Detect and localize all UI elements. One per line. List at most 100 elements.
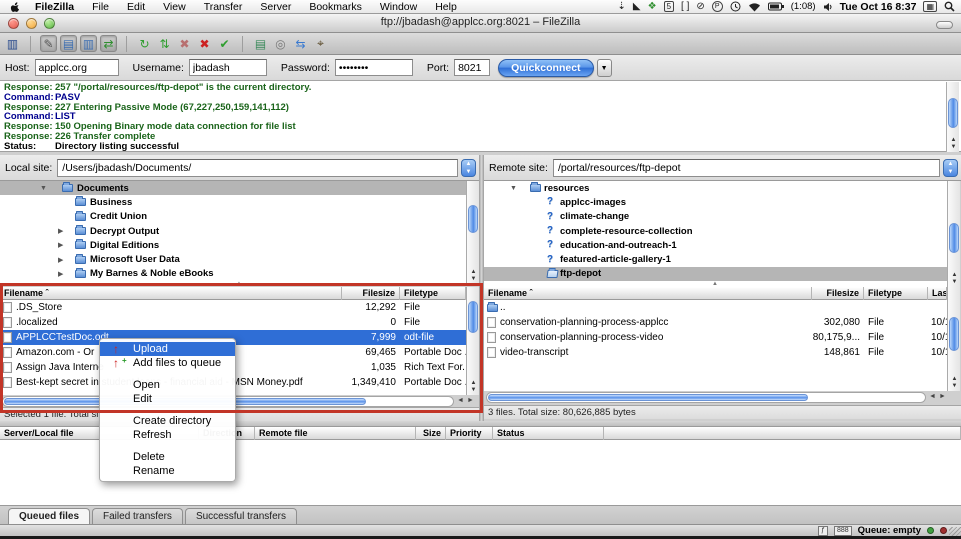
column-header-filesize[interactable]: Filesize — [342, 287, 400, 300]
column-header-filesize[interactable]: Filesize — [812, 287, 864, 300]
disclosure-open-icon[interactable]: ▼ — [510, 185, 517, 192]
port-input[interactable] — [454, 59, 490, 76]
menu-view[interactable]: View — [154, 0, 195, 14]
toggle-log-icon[interactable]: ✎ — [40, 35, 57, 52]
disclosure-closed-icon[interactable]: ▶ — [58, 241, 63, 249]
remote-file-list-scrollbar[interactable]: ▲▼ — [947, 287, 960, 391]
context-menu-item-create-directory[interactable]: Create directory — [100, 414, 235, 428]
local-file-list-scrollbar[interactable]: ▲▼ — [466, 287, 479, 395]
p-badge-icon[interactable]: P — [712, 1, 723, 12]
column-header-filetype[interactable]: Filetype — [864, 287, 928, 300]
tab-successful-transfers[interactable]: Successful transfers — [185, 508, 297, 524]
menu-bookmarks[interactable]: Bookmarks — [300, 0, 371, 14]
brackets-icon[interactable]: [ ] — [681, 0, 689, 14]
tree-item-ftp-depot[interactable]: ftp-depot — [484, 267, 947, 281]
menu-window[interactable]: Window — [371, 0, 426, 14]
splitter-nub[interactable]: ▲ — [236, 281, 242, 287]
log-scrollbar[interactable]: ▲▼ — [946, 82, 959, 152]
queue-column-priority[interactable]: Priority — [446, 427, 493, 440]
scroll-right-arrow[interactable]: ► — [467, 397, 474, 404]
queue-size-icon[interactable]: 888 — [834, 526, 852, 536]
menu-server[interactable]: Server — [251, 0, 300, 14]
toggle-local-tree-icon[interactable]: ▤ — [60, 35, 77, 52]
tree-item-featured-article-gallery-1[interactable]: ?featured-article-gallery-1 — [484, 253, 947, 267]
menu-file[interactable]: File — [83, 0, 118, 14]
download-icon[interactable]: ⇣ — [618, 0, 626, 14]
speed-limit-icon[interactable]: ƒ — [818, 526, 828, 536]
context-menu-item-upload[interactable]: ↑Upload — [100, 342, 235, 356]
context-menu-item-refresh[interactable]: Refresh — [100, 428, 235, 442]
tab-failed-transfers[interactable]: Failed transfers — [92, 508, 183, 524]
spotlight-icon[interactable] — [944, 1, 955, 12]
process-queue-icon[interactable]: ⇅ — [156, 35, 173, 52]
file-row--[interactable]: .. — [484, 300, 947, 315]
toggle-remote-tree-icon[interactable]: ▥ — [80, 35, 97, 52]
remote-horizontal-scrollbar[interactable] — [486, 392, 926, 403]
host-input[interactable] — [35, 59, 119, 76]
cancel-transfer-icon[interactable]: ✖ — [176, 35, 193, 52]
compare-icon[interactable]: ◎ — [272, 35, 289, 52]
file-row--ds-store[interactable]: .DS_Store12,292File — [0, 300, 466, 315]
splitter-nub[interactable]: ▲ — [712, 281, 718, 287]
local-path-combo[interactable]: /Users/jbadash/Documents/ — [57, 159, 458, 177]
menu-help[interactable]: Help — [426, 0, 466, 14]
tree-item-education-and-outreach-1[interactable]: ?education-and-outreach-1 — [484, 238, 947, 252]
disclosure-closed-icon[interactable]: ▶ — [58, 256, 63, 264]
tree-item-resources[interactable]: ▼resources — [484, 181, 947, 195]
file-row--localized[interactable]: .localized0File — [0, 315, 466, 330]
menu-bar-clock[interactable]: Tue Oct 16 8:37 — [840, 1, 917, 13]
queue-column-spare[interactable] — [604, 427, 961, 440]
queue-column-size[interactable]: Size — [416, 427, 446, 440]
disconnect-icon[interactable]: ✖ — [196, 35, 213, 52]
column-header-filename[interactable]: Filename ˆ — [484, 287, 812, 300]
apple-menu-icon[interactable] — [0, 1, 26, 13]
local-tree-scrollbar[interactable]: ▲▼ — [466, 181, 479, 284]
wifi-icon[interactable] — [748, 2, 761, 12]
file-row-conservation-planning-process-video[interactable]: conservation-planning-process-video80,17… — [484, 330, 947, 345]
tree-item-my-barnes-noble-ebooks[interactable]: ▶My Barnes & Noble eBooks — [0, 267, 466, 281]
tree-item-complete-resource-collection[interactable]: ?complete-resource-collection — [484, 224, 947, 238]
menu-filezilla[interactable]: FileZilla — [26, 0, 83, 14]
column-header-filetype[interactable]: Filetype — [400, 287, 466, 300]
reconnect-icon[interactable]: ✔ — [216, 35, 233, 52]
tree-item-business[interactable]: Business — [0, 195, 466, 209]
scroll-left-arrow[interactable]: ◄ — [457, 397, 464, 404]
tree-item-digital-editions[interactable]: ▶Digital Editions — [0, 238, 466, 252]
scroll-left-arrow[interactable]: ◄ — [929, 393, 936, 400]
remote-tree-scrollbar[interactable]: ▲▼ — [947, 181, 960, 287]
queue-column-status[interactable]: Status — [493, 427, 604, 440]
flag-icon[interactable]: ◣ — [633, 0, 641, 14]
username-input[interactable] — [189, 59, 267, 76]
context-menu-item-delete[interactable]: Delete — [100, 450, 235, 464]
tree-item-climate-change[interactable]: ?climate-change — [484, 210, 947, 224]
queue-column-remote-file[interactable]: Remote file — [255, 427, 416, 440]
context-menu-item-edit[interactable]: Edit — [100, 392, 235, 406]
disclosure-open-icon[interactable]: ▼ — [40, 185, 47, 192]
five-badge-icon[interactable]: 5 — [664, 1, 674, 12]
tree-item-documents[interactable]: ▼Documents — [0, 181, 466, 195]
column-header-filename[interactable]: Filename ˆ — [0, 287, 342, 300]
column-header-last-m[interactable]: Last m — [928, 287, 947, 300]
disclosure-closed-icon[interactable]: ▶ — [58, 227, 63, 235]
remote-path-stepper[interactable]: ▲▼ — [943, 159, 958, 177]
remote-path-combo[interactable]: /portal/resources/ftp-depot — [553, 159, 940, 177]
tree-item-credit-union[interactable]: Credit Union — [0, 210, 466, 224]
volume-icon[interactable] — [823, 2, 833, 12]
menu-edit[interactable]: Edit — [118, 0, 154, 14]
sync-browsing-icon[interactable]: ⇆ — [292, 35, 309, 52]
plugin-icon[interactable]: ❖ — [648, 0, 657, 14]
battery-icon[interactable] — [768, 2, 784, 11]
refresh-icon[interactable]: ↻ — [136, 35, 153, 52]
toolbar-toggle-pill[interactable] — [936, 21, 953, 29]
context-menu-item-add-files-to-queue[interactable]: ↑+Add files to queue — [100, 356, 235, 370]
quickconnect-dropdown-arrow[interactable]: ▼ — [597, 59, 612, 77]
time-machine-icon[interactable] — [730, 1, 741, 12]
tree-item-applcc-images[interactable]: ?applcc-images — [484, 195, 947, 209]
find-icon[interactable]: ⌖ — [312, 35, 329, 52]
quickconnect-button[interactable]: Quickconnect — [498, 59, 593, 77]
prohibit-icon[interactable]: ⊘ — [696, 0, 704, 14]
site-manager-icon[interactable]: ▥ — [4, 35, 21, 52]
window-title-bar[interactable]: ftp://jbadash@applcc.org:8021 – FileZill… — [0, 14, 961, 33]
local-path-stepper[interactable]: ▲▼ — [461, 159, 476, 177]
file-row-conservation-planning-process-applcc[interactable]: conservation-planning-process-applcc302,… — [484, 315, 947, 330]
